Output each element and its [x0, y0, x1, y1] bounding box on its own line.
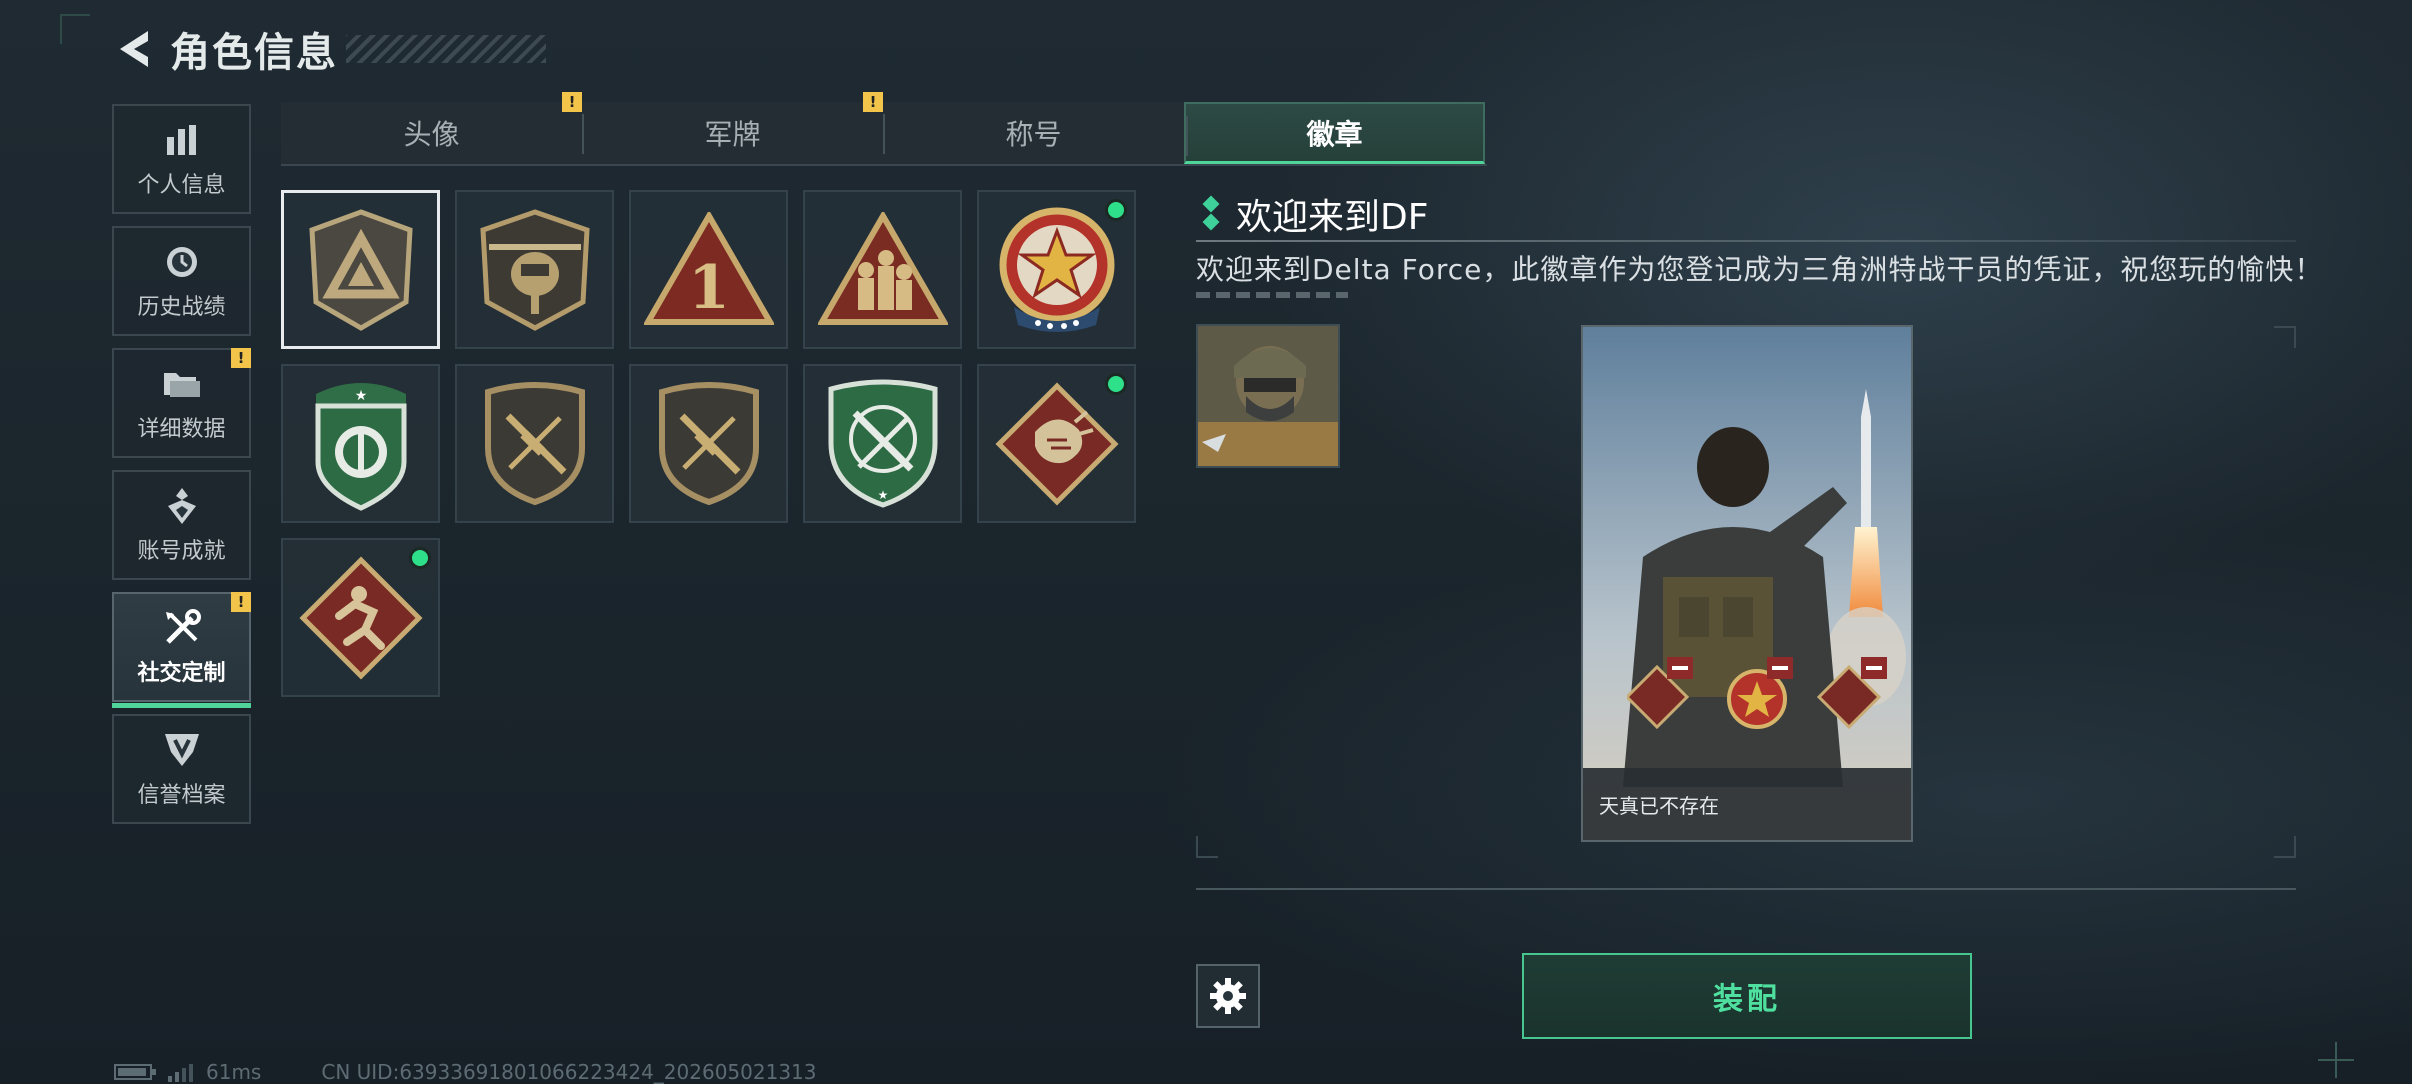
equip-button[interactable]: 装配 — [1522, 953, 1972, 1039]
settings-button[interactable] — [1196, 964, 1260, 1028]
battery-icon — [114, 1064, 156, 1080]
signal-icon — [168, 1064, 193, 1082]
new-indicator-dot — [1105, 199, 1127, 221]
crosshair-decoration — [2318, 1042, 2354, 1078]
squad-triangle-badge-icon — [817, 211, 948, 325]
ping-text: 61ms — [206, 1060, 262, 1084]
status-bar: 61ms CN UID:6393369180106622342​4_202605… — [114, 1060, 817, 1084]
sidebar-item-personal-info[interactable]: 个人信息 — [112, 104, 251, 214]
svg-text:1: 1 — [688, 253, 730, 323]
avatar[interactable] — [1196, 324, 1340, 468]
badge-item[interactable] — [629, 364, 788, 523]
badge-item[interactable]: 1 — [629, 190, 788, 349]
number-one-badge-icon: 1 — [643, 211, 774, 325]
sidebar-item-label: 信誉档案 — [137, 783, 226, 808]
sidebar-item-label: 详细数据 — [137, 417, 226, 442]
sidebar-item-achievements[interactable]: 账号成就 — [112, 470, 251, 580]
sidebar-item-history[interactable]: 历史战绩 — [112, 226, 251, 336]
divider — [1196, 888, 2296, 890]
tab-avatar[interactable]: 头像 ! — [281, 92, 582, 164]
sidebar-item-label: 社交定制 — [137, 661, 226, 686]
sidebar-item-label: 历史战绩 — [137, 295, 226, 320]
back-arrow-icon[interactable] — [110, 25, 158, 73]
green-crossed-knives-badge-icon: ★ — [828, 379, 937, 508]
badge-item[interactable] — [803, 190, 962, 349]
sidebar-item-detailed-data[interactable]: 详细数据 ! — [112, 348, 251, 458]
delta-triangle-badge-icon — [308, 208, 413, 331]
tools-icon — [162, 607, 202, 649]
badge-item[interactable] — [977, 364, 1136, 523]
achievement-icon — [162, 485, 202, 527]
frame-corner-decoration — [60, 14, 90, 44]
folder-icon — [162, 363, 202, 405]
page-title: 角色信息 — [170, 30, 338, 76]
green-shield-badge-icon: ★ — [315, 382, 406, 511]
dragon-badge-icon — [994, 381, 1119, 506]
equipped-badges-preview — [1627, 657, 1887, 730]
dash-decoration — [1196, 292, 1348, 298]
new-indicator-dot — [1105, 373, 1127, 395]
tab-label: 军牌 — [704, 118, 761, 151]
runner-badge-icon — [298, 555, 423, 680]
helicopter-badge-icon — [479, 208, 590, 331]
page-header: 角色信息 — [110, 22, 546, 76]
title-stripes-decoration — [346, 35, 546, 63]
warning-badge: ! — [562, 92, 582, 112]
warning-badge: ! — [863, 92, 883, 112]
category-tabs: 头像 ! 军牌 ! 称号 徽章 — [281, 92, 1487, 166]
tab-badge[interactable]: 徽章 — [1184, 102, 1485, 164]
badge-item[interactable] — [455, 190, 614, 349]
bar-chart-icon — [164, 119, 200, 161]
star-roundel-badge-icon — [999, 207, 1114, 332]
svg-text:★: ★ — [877, 488, 888, 502]
badge-preview-card: 天真已不存在 — [1581, 325, 1913, 842]
sidebar: 个人信息 历史战绩 详细数据 ! 账号成就 社交定制 ! 信誉档案 — [112, 104, 251, 836]
uid-text: CN UID:6393369180106622342​4_20260502131… — [321, 1060, 817, 1084]
frame-corner-decoration — [1196, 836, 1218, 858]
no-rifle-badge-2-icon — [658, 381, 759, 505]
svg-text:★: ★ — [354, 388, 367, 404]
badge-name: 欢迎来到DF — [1236, 197, 1429, 238]
badge-item[interactable]: ★ — [281, 364, 440, 523]
badge-item[interactable] — [281, 190, 440, 349]
sidebar-item-credit-record[interactable]: 信誉档案 — [112, 714, 251, 824]
credit-shield-icon — [163, 729, 201, 771]
tab-title[interactable]: 称号 — [883, 102, 1184, 164]
no-rifle-badge-icon — [484, 381, 585, 505]
sidebar-item-label: 个人信息 — [137, 173, 226, 198]
soldier-avatar-image — [1198, 326, 1338, 466]
card-caption: 天真已不存在 — [1583, 768, 1911, 840]
gear-icon — [1210, 978, 1246, 1014]
frame-corner-decoration — [2274, 836, 2296, 858]
badge-item[interactable] — [281, 538, 440, 697]
tab-dogtag[interactable]: 军牌 ! — [582, 92, 883, 164]
tab-label: 称号 — [1005, 118, 1062, 151]
tab-label: 头像 — [403, 118, 460, 151]
sidebar-item-label: 账号成就 — [137, 539, 226, 564]
badge-item[interactable] — [455, 364, 614, 523]
badge-item[interactable] — [977, 190, 1136, 349]
saluting-soldier-image — [1583, 327, 1911, 840]
badge-detail-header: 欢迎来到DF — [1200, 190, 1428, 238]
warning-badge: ! — [231, 592, 251, 612]
badge-item[interactable]: ★ — [803, 364, 962, 523]
frame-corner-decoration — [2274, 326, 2296, 348]
divider — [1196, 240, 2296, 242]
warning-badge: ! — [231, 348, 251, 368]
badge-description: 欢迎来到Delta Force，此徽章作为您登记成为三角洲特战干员的凭证，祝您玩… — [1196, 253, 2324, 286]
tab-label: 徽章 — [1306, 117, 1363, 151]
history-clock-icon — [163, 241, 201, 283]
new-indicator-dot — [409, 547, 431, 569]
diamond-marker-icon — [1200, 195, 1222, 232]
sidebar-item-social-custom[interactable]: 社交定制 ! — [112, 592, 251, 708]
